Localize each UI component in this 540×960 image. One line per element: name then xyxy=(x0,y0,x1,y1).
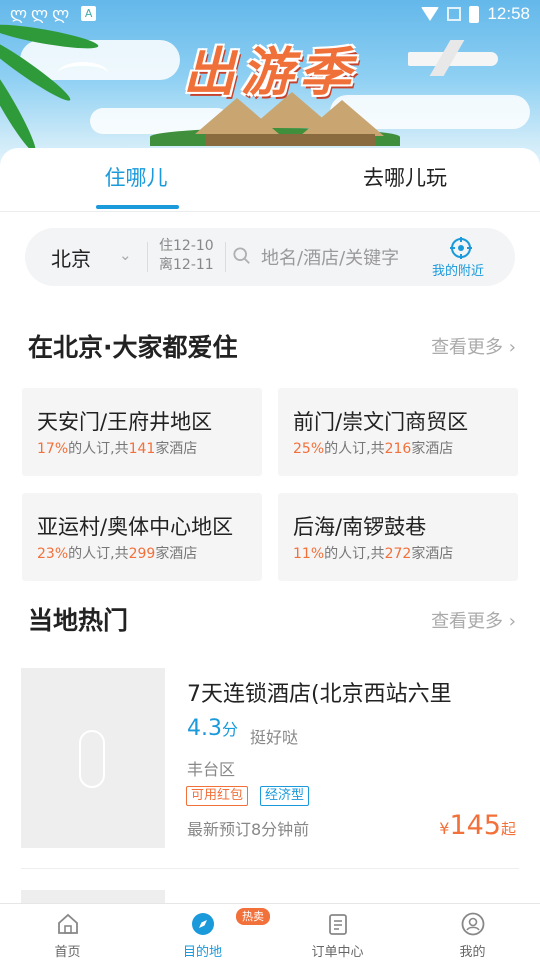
bug-icon: ლ xyxy=(52,4,70,23)
nav-label: 我的 xyxy=(459,945,486,960)
section-title-local-hot: 当地热门 xyxy=(28,606,129,635)
area-stat: 23%的人订,共299家酒店 xyxy=(37,546,198,562)
section-title-popular-areas: 在北京·大家都爱住 xyxy=(28,333,238,362)
more-popular-areas-link[interactable]: 查看更多 › xyxy=(431,333,516,359)
divider xyxy=(225,242,226,272)
hot-badge: 热卖 xyxy=(236,908,270,925)
hotel-score-word: 挺好哒 xyxy=(250,728,299,747)
area-name: 前门/崇文门商贸区 xyxy=(293,410,469,434)
more-local-hot-link[interactable]: 查看更多 › xyxy=(431,607,516,633)
more-label: 查看更多 xyxy=(431,611,504,632)
date-selector[interactable]: 住12-10 离12-11 xyxy=(159,237,214,275)
area-card[interactable]: 前门/崇文门商贸区 25%的人订,共216家酒店 xyxy=(278,388,518,476)
area-stat: 17%的人订,共141家酒店 xyxy=(37,441,198,457)
status-bar: ლ ლ ლ A 12:58 xyxy=(0,0,540,30)
order-icon xyxy=(329,914,347,935)
home-icon xyxy=(58,913,78,934)
tab-play[interactable]: 去哪儿玩 xyxy=(305,162,505,192)
hotel-price: ¥145起 xyxy=(439,810,516,841)
notification-icons: ლ ლ ლ A xyxy=(10,4,97,23)
a-icon: A xyxy=(81,6,97,21)
location-target-icon[interactable] xyxy=(449,236,473,260)
area-card[interactable]: 天安门/王府井地区 17%的人订,共141家酒店 xyxy=(22,388,262,476)
wifi-icon xyxy=(421,7,440,21)
chevron-down-icon[interactable]: ⌄ xyxy=(119,246,132,264)
search-input[interactable]: 地名/酒店/关键字 xyxy=(261,244,399,270)
area-card[interactable]: 后海/南锣鼓巷 11%的人订,共272家酒店 xyxy=(278,493,518,581)
tab-stay[interactable]: 住哪儿 xyxy=(36,162,236,192)
tag-red-packet: 可用红包 xyxy=(186,786,249,806)
bottom-nav: 首页 目的地 订单中心 我的 xyxy=(0,903,540,960)
recent-booking: 最新预订8分钟前 xyxy=(187,820,310,839)
nav-orders[interactable]: 订单中心 xyxy=(270,904,405,960)
nav-label: 订单中心 xyxy=(311,945,364,960)
tab-bar: 住哪儿 去哪儿玩 xyxy=(0,148,540,212)
nav-label: 首页 xyxy=(54,945,81,960)
checkin-date: 住12-10 xyxy=(159,238,214,254)
area-name: 亚运村/奥体中心地区 xyxy=(37,515,234,539)
system-status: 12:58 xyxy=(421,4,530,24)
nav-label: 目的地 xyxy=(182,945,222,960)
hut-decoration xyxy=(300,100,384,136)
city-selector[interactable]: 北京 xyxy=(51,243,91,272)
search-bar: 北京 ⌄ 住12-10 离12-11 地名/酒店/关键字 我的附近 xyxy=(25,228,515,286)
area-stat: 25%的人订,共216家酒店 xyxy=(293,441,454,457)
divider xyxy=(21,868,519,869)
area-stat: 11%的人订,共272家酒店 xyxy=(293,546,454,562)
more-label: 查看更多 xyxy=(431,337,504,358)
image-placeholder-icon xyxy=(79,730,105,788)
hotel-image-placeholder xyxy=(21,668,165,848)
hut-base-decoration xyxy=(205,134,375,146)
area-card[interactable]: 亚运村/奥体中心地区 23%的人订,共299家酒店 xyxy=(22,493,262,581)
user-icon xyxy=(461,912,485,936)
compass-icon xyxy=(192,913,214,935)
banner-title: 出游季 xyxy=(182,43,357,103)
clock: 12:58 xyxy=(487,4,530,23)
chevron-right-icon: › xyxy=(508,337,516,358)
tab-active-indicator xyxy=(96,205,179,209)
area-name: 后海/南锣鼓巷 xyxy=(293,515,427,539)
checkout-date: 离12-11 xyxy=(159,257,214,273)
tag-economy: 经济型 xyxy=(260,786,310,806)
battery-icon xyxy=(469,5,480,23)
nav-home[interactable]: 首页 xyxy=(0,904,135,960)
nav-mine[interactable]: 我的 xyxy=(405,904,540,960)
divider xyxy=(147,242,148,272)
area-name: 天安门/王府井地区 xyxy=(37,410,213,434)
bug-icon: ლ xyxy=(10,4,28,23)
search-icon xyxy=(233,247,250,264)
no-signal-icon xyxy=(447,7,462,21)
hotel-score: 4.3分 xyxy=(187,716,239,741)
bug-icon: ლ xyxy=(31,4,49,23)
hotel-district: 丰台区 xyxy=(187,760,236,779)
hotel-name: 7天连锁酒店(北京西站六里 xyxy=(187,682,452,707)
nearby-button[interactable]: 我的附近 xyxy=(432,260,484,279)
chevron-right-icon: › xyxy=(508,611,516,632)
